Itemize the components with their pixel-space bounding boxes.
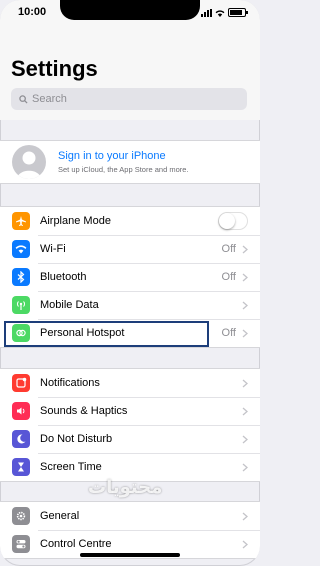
home-indicator[interactable]	[80, 553, 180, 557]
notifications-icon	[12, 374, 30, 392]
watermark: محتويات	[88, 477, 163, 497]
chevron-right-icon	[242, 245, 248, 253]
general-group: General Control Centre	[0, 501, 260, 559]
search-placeholder: Search	[32, 93, 67, 105]
header: Settings Search	[0, 28, 260, 120]
chevron-right-icon	[242, 463, 248, 471]
row-label: Do Not Disturb	[40, 433, 113, 445]
antenna-icon	[12, 296, 30, 314]
phone-screen: 10:00 Settings Search Sign in to your iP…	[0, 0, 260, 566]
row-label: Airplane Mode	[40, 215, 111, 227]
wifi-row[interactable]: Wi-Fi Off	[0, 235, 260, 263]
battery-icon	[228, 8, 248, 17]
bluetooth-icon	[12, 268, 30, 286]
chevron-right-icon	[242, 273, 248, 281]
gear-icon	[12, 507, 30, 525]
row-label: Control Centre	[40, 538, 112, 550]
profile-group: Sign in to your iPhone Set up iCloud, th…	[0, 140, 260, 184]
sounds-haptics-row[interactable]: Sounds & Haptics	[0, 397, 260, 425]
switches-icon	[12, 535, 30, 553]
wifi-status-icon	[215, 10, 225, 17]
search-input[interactable]: Search	[11, 88, 247, 110]
airplane-icon	[12, 212, 30, 230]
chevron-right-icon	[242, 512, 248, 520]
chevron-right-icon	[242, 301, 248, 309]
bluetooth-row[interactable]: Bluetooth Off	[0, 263, 260, 291]
speaker-icon	[12, 402, 30, 420]
airplane-mode-toggle[interactable]	[218, 212, 248, 230]
chevron-right-icon	[242, 379, 248, 387]
page-title: Settings	[11, 56, 98, 81]
personal-hotspot-highlight	[4, 321, 209, 347]
status-bar: 10:00	[0, 0, 260, 28]
notifications-row[interactable]: Notifications	[0, 369, 260, 397]
avatar-icon	[12, 145, 46, 179]
row-value: Off	[221, 243, 236, 255]
search-icon	[19, 94, 28, 104]
row-value: Off	[221, 327, 236, 339]
chevron-right-icon	[242, 540, 248, 548]
notch	[60, 0, 200, 20]
mobile-data-row[interactable]: Mobile Data	[0, 291, 260, 319]
sign-in-title: Sign in to your iPhone	[58, 150, 166, 162]
airplane-mode-row[interactable]: Airplane Mode	[0, 207, 260, 235]
status-time: 10:00	[18, 6, 47, 18]
status-icons	[201, 8, 248, 17]
row-label: General	[40, 510, 80, 522]
chevron-right-icon	[242, 329, 248, 337]
row-value: Off	[221, 271, 236, 283]
chevron-right-icon	[242, 407, 248, 415]
row-label: Notifications	[40, 377, 100, 389]
sign-in-subtitle: Set up iCloud, the App Store and more.	[58, 165, 189, 174]
signal-icon	[201, 9, 212, 17]
row-label: Sounds & Haptics	[40, 405, 128, 417]
wifi-icon	[12, 240, 30, 258]
row-label: Screen Time	[40, 461, 102, 473]
row-label: Mobile Data	[40, 299, 99, 311]
chevron-right-icon	[242, 435, 248, 443]
general-row[interactable]: General	[0, 502, 260, 530]
row-label: Wi-Fi	[40, 243, 66, 255]
notifications-group: Notifications Sounds & Haptics Do Not Di…	[0, 368, 260, 482]
hourglass-icon	[12, 458, 30, 476]
do-not-disturb-row[interactable]: Do Not Disturb	[0, 425, 260, 453]
moon-icon	[12, 430, 30, 448]
sign-in-row[interactable]: Sign in to your iPhone Set up iCloud, th…	[0, 141, 260, 183]
row-label: Bluetooth	[40, 271, 87, 283]
